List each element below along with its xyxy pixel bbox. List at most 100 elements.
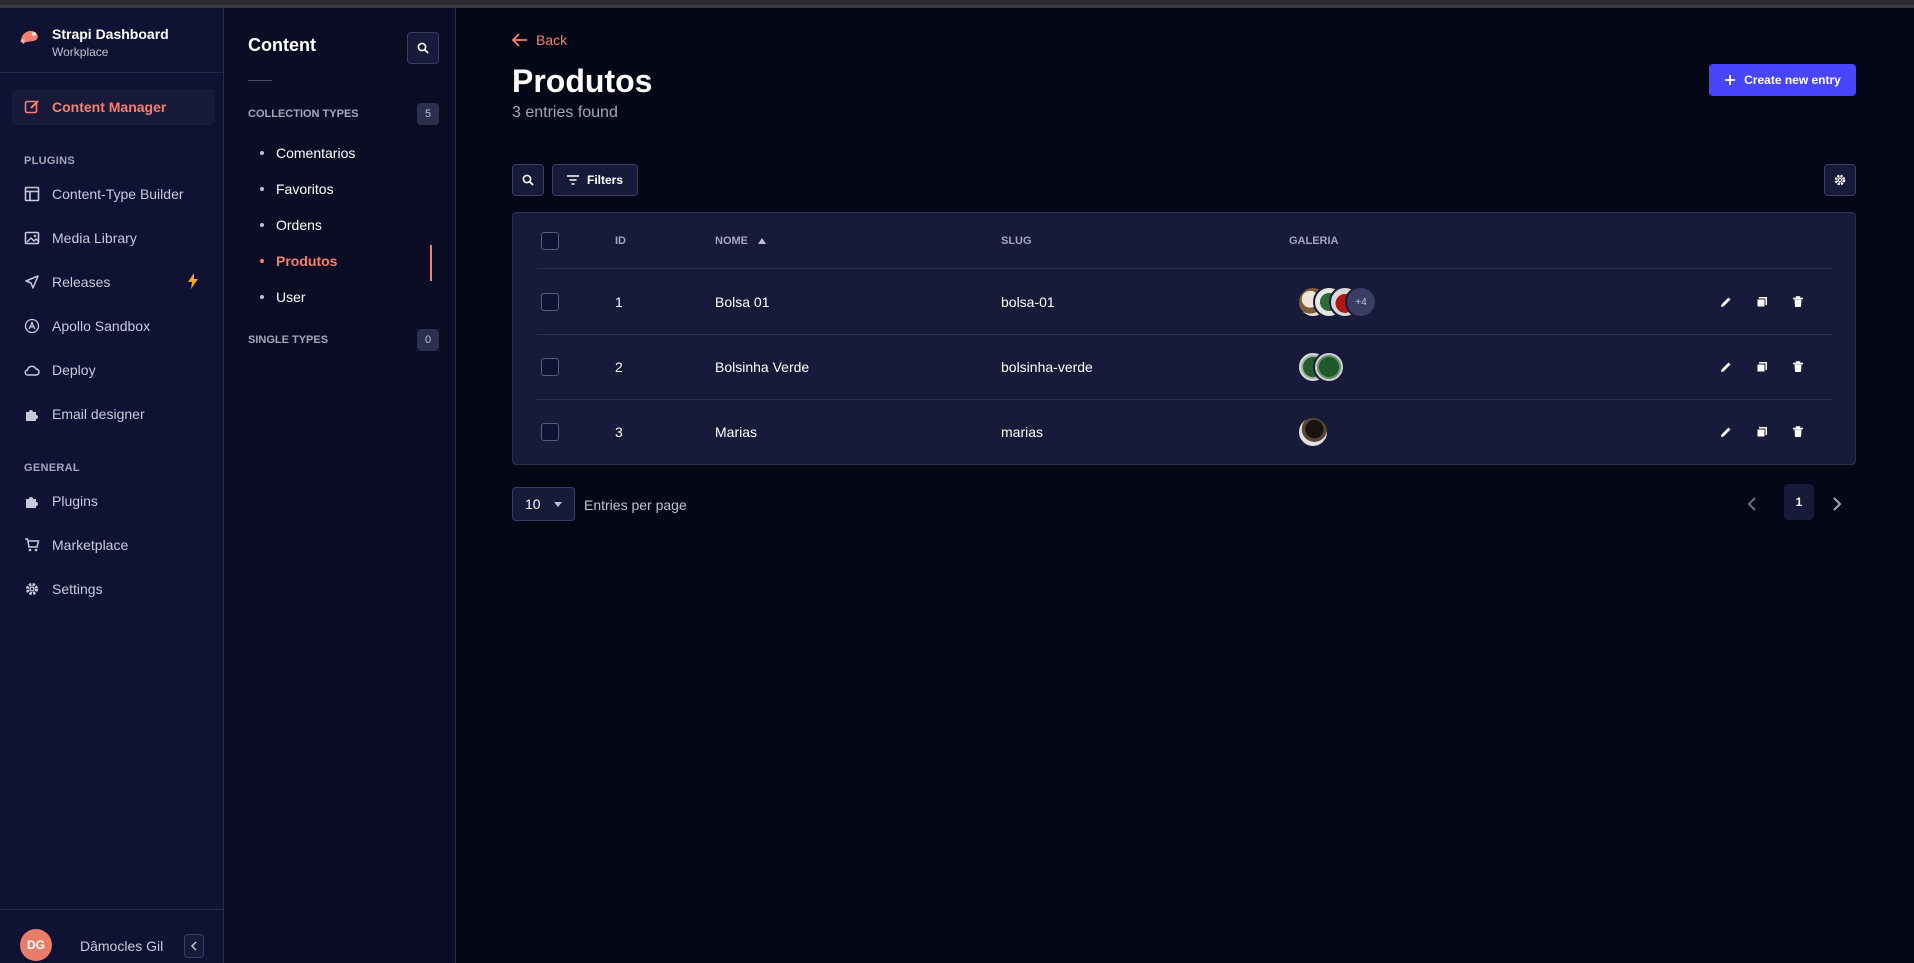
cell-id: 2 [615, 359, 623, 375]
select-all-checkbox[interactable] [541, 232, 559, 250]
subnav-item-produtos[interactable]: Produtos [224, 245, 432, 281]
page-size-select[interactable]: 10 [512, 487, 575, 521]
filters-button[interactable]: Filters [552, 164, 638, 196]
back-link[interactable]: Back [512, 32, 567, 48]
page-number-current[interactable]: 1 [1784, 484, 1814, 520]
gallery-image [1313, 351, 1345, 383]
column-label: NOME [715, 235, 748, 247]
nav-content-type-builder[interactable]: Content-Type Builder [12, 176, 215, 212]
nav-deploy[interactable]: Deploy [12, 352, 215, 388]
table-row[interactable]: 1 Bolsa 01 bolsa-01 +4 [537, 270, 1833, 335]
brand-subtitle: Workplace [52, 45, 109, 59]
duplicate-button[interactable] [1752, 292, 1772, 312]
caret-down-icon [554, 502, 562, 507]
search-icon [417, 42, 429, 54]
cell-id: 3 [615, 424, 623, 440]
nav-marketplace[interactable]: Marketplace [12, 527, 215, 563]
content-subnav: Content COLLECTION TYPES 5 Comentarios F… [224, 8, 456, 963]
chevron-right-icon [1832, 497, 1841, 511]
table-header: ID NOME SLUG GALERIA [537, 213, 1833, 269]
cell-nome: Bolsinha Verde [715, 359, 810, 375]
cell-slug: bolsa-01 [1001, 294, 1055, 310]
subnav-item-ordens[interactable]: Ordens [224, 209, 431, 241]
single-types-heading: SINGLE TYPES [248, 334, 329, 346]
row-checkbox[interactable] [541, 293, 559, 311]
puzzle-icon [24, 406, 40, 422]
main-content: Back Produtos 3 entries found Create new… [456, 8, 1914, 963]
subnav-item-label: Favoritos [276, 181, 334, 197]
duplicate-button[interactable] [1752, 422, 1772, 442]
nav-label: Releases [52, 274, 111, 290]
table-search-button[interactable] [512, 164, 544, 196]
subnav-item-label: User [276, 289, 306, 305]
avatar[interactable]: DG [20, 929, 52, 961]
nav-releases[interactable]: Releases [12, 264, 215, 300]
single-types-count: 0 [417, 329, 439, 351]
divider [0, 72, 223, 73]
duplicate-button[interactable] [1752, 357, 1772, 377]
nav-label: Deploy [52, 362, 96, 378]
nav-content-manager[interactable]: Content Manager [12, 89, 215, 125]
subnav-item-label: Ordens [276, 217, 322, 233]
nav-apollo-sandbox[interactable]: Apollo Sandbox [12, 308, 215, 344]
subnav-item-label: Produtos [276, 253, 338, 269]
page-size-value: 10 [525, 496, 541, 512]
nav-media-library[interactable]: Media Library [12, 220, 215, 256]
search-icon [522, 174, 534, 186]
divider [248, 80, 272, 81]
pencil-icon [1721, 427, 1731, 437]
cell-nome: Bolsa 01 [715, 294, 770, 310]
subnav-item-label: Comentarios [276, 145, 356, 161]
create-entry-button[interactable]: Create new entry [1709, 64, 1856, 96]
chevron-left-icon [190, 941, 197, 951]
previous-page-button[interactable] [1741, 492, 1761, 516]
next-page-button[interactable] [1827, 492, 1847, 516]
puzzle-icon [24, 493, 40, 509]
bullet [260, 259, 264, 263]
delete-button[interactable] [1788, 357, 1808, 377]
column-id[interactable]: ID [615, 235, 626, 247]
duplicate-icon [1756, 427, 1767, 438]
subnav-item-comentarios[interactable]: Comentarios [224, 137, 431, 169]
table-row[interactable]: 3 Marias marias [537, 400, 1833, 465]
collapse-nav-button[interactable] [184, 934, 204, 958]
nav-label: Apollo Sandbox [52, 318, 151, 334]
edit-button[interactable] [1716, 357, 1736, 377]
paper-plane-icon [24, 274, 40, 290]
trash-icon [1793, 296, 1803, 307]
nav-label: Email designer [52, 406, 145, 422]
user-name: Dâmocles Gil [80, 938, 164, 954]
arrow-left-icon [512, 33, 527, 47]
table-row[interactable]: 2 Bolsinha Verde bolsinha-verde [537, 335, 1833, 400]
column-nome[interactable]: NOME [715, 235, 766, 247]
nav-plugins[interactable]: Plugins [12, 483, 215, 519]
row-checkbox[interactable] [541, 358, 559, 376]
nav-settings[interactable]: Settings [12, 571, 215, 607]
nav-label: Content-Type Builder [52, 186, 184, 202]
create-entry-label: Create new entry [1744, 73, 1841, 87]
browser-top-strip [0, 0, 1914, 8]
subnav-item-favoritos[interactable]: Favoritos [224, 173, 431, 205]
image-icon [24, 230, 40, 246]
layout-icon [24, 186, 40, 202]
table-settings-button[interactable] [1824, 164, 1856, 196]
gear-icon [1834, 174, 1846, 186]
row-checkbox[interactable] [541, 423, 559, 441]
plugins-heading: PLUGINS [24, 155, 75, 167]
back-label: Back [536, 32, 568, 48]
column-slug[interactable]: SLUG [1001, 235, 1032, 247]
bullet [260, 151, 264, 155]
subnav-search-button[interactable] [407, 32, 439, 64]
filter-icon [567, 175, 579, 185]
delete-button[interactable] [1788, 292, 1808, 312]
nav-email-designer[interactable]: Email designer [12, 396, 215, 432]
page-title: Produtos [512, 63, 653, 99]
pencil-icon [1721, 297, 1731, 307]
edit-button[interactable] [1716, 422, 1736, 442]
delete-button[interactable] [1788, 422, 1808, 442]
edit-button[interactable] [1716, 292, 1736, 312]
subnav-item-user[interactable]: User [224, 281, 431, 313]
gallery-image [1297, 416, 1329, 448]
cloud-icon [24, 362, 40, 378]
bullet [260, 223, 264, 227]
